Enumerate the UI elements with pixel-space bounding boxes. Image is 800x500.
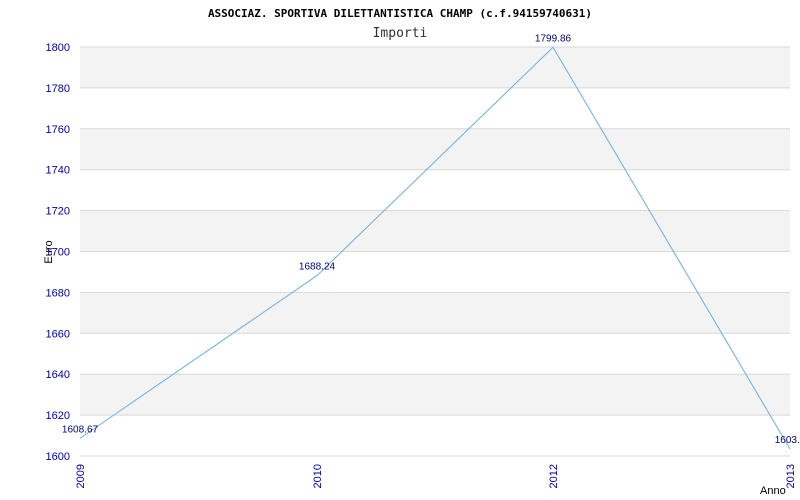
x-tick-label: 2010 bbox=[312, 464, 324, 488]
y-tick-label: 1640 bbox=[46, 369, 70, 381]
y-tick-label: 1620 bbox=[46, 410, 70, 422]
grid-band bbox=[80, 333, 790, 375]
grid-band bbox=[80, 169, 790, 211]
x-axis-label: Anno bbox=[760, 485, 786, 497]
y-tick-label: 1780 bbox=[46, 83, 70, 95]
y-tick-label: 1760 bbox=[46, 124, 70, 136]
data-label: 1608.67 bbox=[62, 424, 99, 435]
data-label: 1688.24 bbox=[299, 262, 336, 273]
grid-band bbox=[80, 292, 790, 334]
x-tick-label: 2012 bbox=[548, 464, 560, 488]
x-axis-ticks: 2009 2010 2012 2013 bbox=[75, 464, 797, 488]
y-tick-label: 1600 bbox=[46, 451, 70, 463]
y-tick-label: 1740 bbox=[46, 165, 70, 177]
chart-subtitle: Importi bbox=[373, 26, 428, 41]
line-chart: ASSOCIAZ. SPORTIVA DILETTANTISTICA CHAMP… bbox=[43, 7, 800, 497]
chart-title: ASSOCIAZ. SPORTIVA DILETTANTISTICA CHAMP… bbox=[208, 7, 592, 20]
x-tick-label: 2009 bbox=[75, 464, 87, 488]
data-label: 1603.4 bbox=[775, 435, 800, 446]
x-tick-label: 2013 bbox=[785, 464, 797, 488]
grid-band bbox=[80, 251, 790, 293]
y-tick-label: 1800 bbox=[46, 42, 70, 54]
data-label: 1799.86 bbox=[535, 33, 572, 44]
grid-band bbox=[80, 210, 790, 252]
grid-band bbox=[80, 87, 790, 129]
grid-band bbox=[80, 415, 790, 456]
y-tick-label: 1720 bbox=[46, 206, 70, 218]
grid-band bbox=[80, 128, 790, 170]
y-tick-label: 1680 bbox=[46, 287, 70, 299]
grid-band bbox=[80, 47, 790, 88]
y-axis-label: Euro bbox=[43, 240, 55, 263]
y-tick-label: 1660 bbox=[46, 328, 70, 340]
grid-band bbox=[80, 374, 790, 416]
